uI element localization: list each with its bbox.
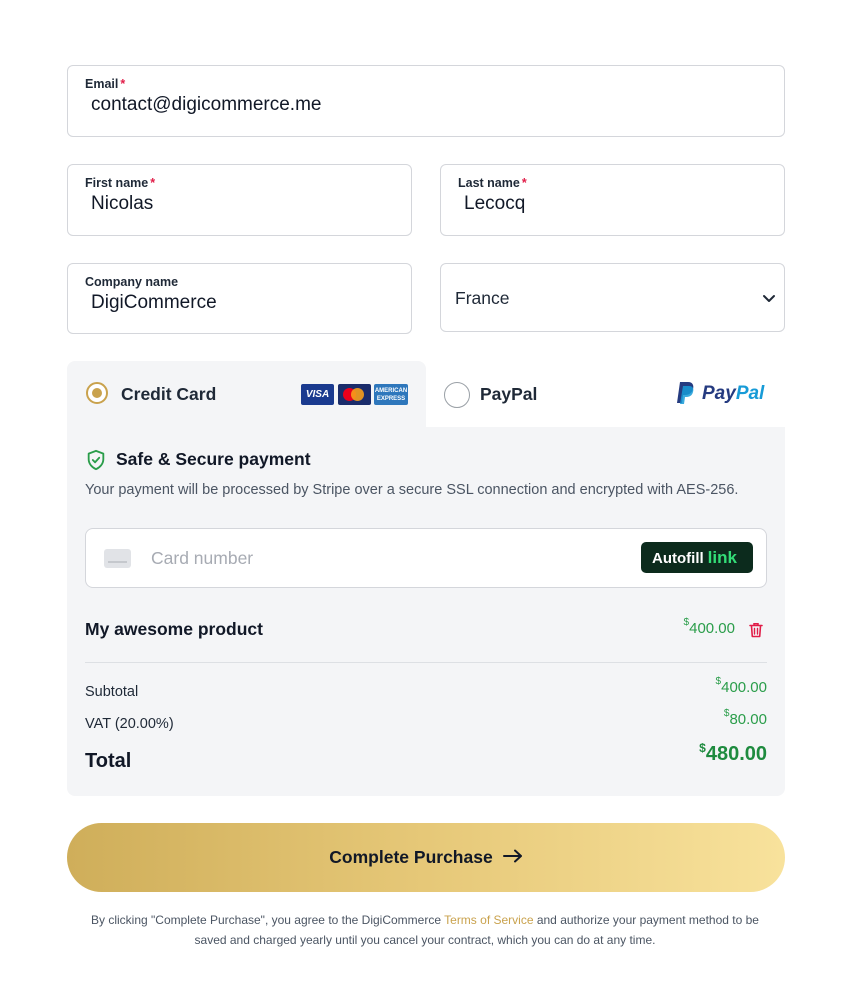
product-price: $400.00 bbox=[683, 617, 735, 637]
total-value: $480.00 bbox=[699, 741, 767, 765]
last-name-field[interactable]: Last name * Lecocq bbox=[440, 164, 785, 236]
visa-icon: VISA bbox=[301, 384, 334, 405]
credit-card-label: Credit Card bbox=[121, 384, 217, 404]
vat-value: $80.00 bbox=[723, 708, 767, 728]
product-name: My awesome product bbox=[85, 619, 263, 639]
subtotal-value: $400.00 bbox=[715, 676, 767, 696]
secure-payment-title: Safe & Secure payment bbox=[116, 449, 311, 469]
secure-payment-description: Your payment will be processed by Stripe… bbox=[85, 482, 739, 498]
vat-label: VAT (20.00%) bbox=[85, 716, 174, 732]
first-name-input[interactable]: Nicolas bbox=[91, 193, 153, 215]
company-field[interactable]: Company name DigiCommerce bbox=[67, 263, 412, 334]
company-label: Company name bbox=[85, 275, 179, 289]
autofill-link-button[interactable]: Autofill link bbox=[641, 542, 753, 573]
first-name-field[interactable]: First name * Nicolas bbox=[67, 164, 412, 236]
payment-panel: Safe & Secure payment Your payment will … bbox=[67, 427, 785, 796]
total-label: Total bbox=[85, 750, 132, 772]
credit-card-radio[interactable] bbox=[86, 382, 108, 404]
company-input[interactable]: DigiCommerce bbox=[91, 292, 217, 314]
terms-of-service-link[interactable]: Terms of Service bbox=[444, 913, 533, 927]
first-name-label: First name * bbox=[85, 176, 156, 190]
complete-purchase-button[interactable]: Complete Purchase bbox=[67, 823, 785, 892]
country-select[interactable]: France bbox=[440, 263, 785, 332]
shield-check-icon bbox=[87, 449, 105, 471]
credit-card-icon bbox=[104, 549, 131, 568]
card-number-input[interactable]: Card number Autofill link bbox=[85, 528, 767, 588]
chevron-down-icon bbox=[763, 295, 775, 302]
card-number-placeholder: Card number bbox=[151, 548, 254, 568]
mastercard-icon bbox=[338, 384, 371, 405]
country-value: France bbox=[455, 288, 510, 308]
paypal-radio[interactable] bbox=[444, 382, 470, 408]
tab-credit-card[interactable]: Credit Card VISA AMERICAN EXPRESS bbox=[67, 361, 426, 427]
arrow-right-icon bbox=[502, 849, 522, 863]
tab-paypal[interactable]: PayPal PayPal bbox=[426, 361, 785, 427]
last-name-input[interactable]: Lecocq bbox=[464, 193, 525, 215]
terms-text: By clicking "Complete Purchase", you agr… bbox=[91, 913, 759, 947]
email-field[interactable]: Email * contact@digicommerce.me bbox=[67, 65, 785, 137]
order-divider bbox=[85, 662, 767, 663]
amex-icon: AMERICAN EXPRESS bbox=[374, 384, 408, 405]
email-input[interactable]: contact@digicommerce.me bbox=[91, 94, 321, 116]
email-label: Email * bbox=[85, 77, 126, 91]
trash-icon[interactable] bbox=[749, 622, 763, 638]
paypal-label: PayPal bbox=[480, 384, 538, 404]
last-name-label: Last name * bbox=[458, 176, 527, 190]
subtotal-label: Subtotal bbox=[85, 684, 139, 700]
